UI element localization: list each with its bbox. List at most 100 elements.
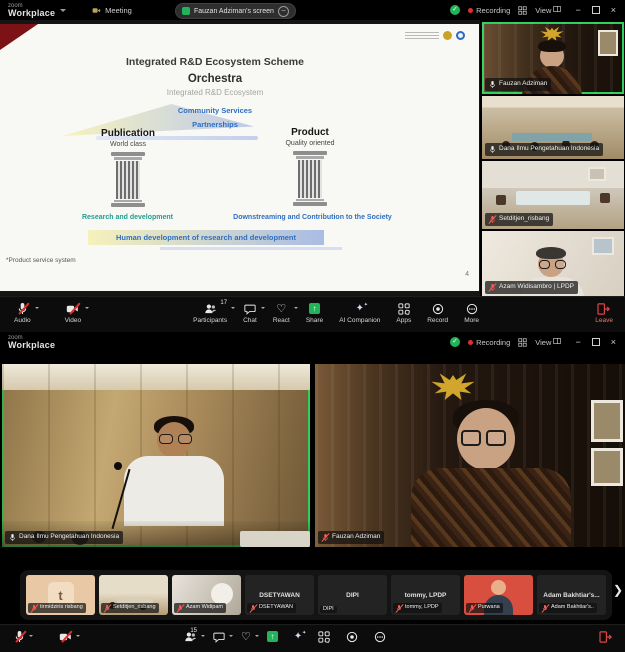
tab-meeting[interactable]: Meeting bbox=[92, 6, 132, 15]
microphone-icon bbox=[114, 462, 122, 470]
chevron-down-icon[interactable] bbox=[35, 307, 39, 311]
gallery-grid-icon[interactable] bbox=[518, 6, 527, 15]
zoom-window-screenshare: zoom Workplace Meeting Fauzan Adziman's … bbox=[0, 0, 625, 332]
react-button[interactable]: ♡ React bbox=[265, 297, 298, 324]
app-logo: zoom Workplace bbox=[0, 335, 55, 350]
share-banner-label: Fauzan Adziman's screen bbox=[194, 8, 274, 15]
react-button[interactable]: ♡ bbox=[233, 625, 259, 643]
video-button[interactable]: Video bbox=[57, 297, 90, 324]
titlebar: zoom Workplace ✓ Recording View − × bbox=[0, 332, 625, 352]
shared-screen-area: Integrated R&D Ecosystem Scheme Orchestr… bbox=[0, 20, 480, 296]
recording-indicator: Recording bbox=[468, 338, 510, 347]
chevron-down-icon[interactable] bbox=[85, 307, 89, 311]
share-button[interactable]: ↑ Share bbox=[298, 297, 331, 324]
video-tile-dipi-speaker[interactable]: Dana Ilmu Pengetahuan Indonesia bbox=[2, 364, 310, 547]
name-label: Dana Ilmu Pengetahuan Indonesia bbox=[5, 531, 123, 544]
mic-muted-icon bbox=[396, 604, 402, 612]
mic-muted-icon bbox=[489, 215, 496, 224]
mic-muted-icon bbox=[542, 604, 548, 612]
titlebar: zoom Workplace Meeting Fauzan Adziman's … bbox=[0, 0, 625, 20]
mic-icon bbox=[489, 80, 496, 89]
filmstrip-tile-tirmidziris[interactable]: t tirmidziris risbang bbox=[26, 575, 95, 615]
participants-button[interactable]: 17 Participants bbox=[185, 297, 235, 324]
chevron-down-icon[interactable] bbox=[29, 635, 33, 639]
minimize-button[interactable]: − bbox=[575, 337, 580, 347]
minimize-button[interactable]: − bbox=[575, 5, 580, 15]
share-button[interactable]: ↑ bbox=[259, 625, 286, 643]
filmstrip-tile-adam[interactable]: Adam Bakhtiar's... Adam Bakhtiar's.. bbox=[537, 575, 606, 615]
close-button[interactable]: × bbox=[611, 5, 616, 15]
gallery-grid-icon[interactable] bbox=[518, 338, 527, 347]
filmstrip-tile-dipi[interactable]: DIPI DIPI bbox=[318, 575, 387, 615]
app-logo-name: Workplace bbox=[8, 341, 55, 350]
chat-button[interactable]: Chat bbox=[235, 297, 265, 324]
name-label: Fauzan Adziman bbox=[318, 531, 384, 544]
right-pillar-subtitle: Quality oriented bbox=[250, 140, 370, 147]
participants-icon bbox=[204, 302, 217, 315]
presentation-slide: Integrated R&D Ecosystem Scheme Orchestr… bbox=[0, 24, 479, 291]
view-button[interactable]: View bbox=[535, 5, 561, 15]
name-label: Fauzan Adziman bbox=[485, 78, 551, 91]
mic-muted-icon bbox=[17, 302, 28, 315]
university-logo-icon bbox=[456, 31, 465, 40]
left-pillar-title: Publication bbox=[68, 128, 188, 139]
heart-icon: ♡ bbox=[276, 302, 286, 315]
ai-companion-button[interactable]: ✦ bbox=[286, 625, 310, 643]
mic-icon bbox=[9, 533, 16, 542]
participants-count: 15 bbox=[190, 628, 197, 634]
camera-muted-icon bbox=[66, 302, 79, 315]
next-page-arrow[interactable]: ❯ bbox=[613, 584, 623, 596]
video-tile-fauzan-speaker[interactable]: Fauzan Adziman bbox=[315, 364, 625, 547]
video-tile-azam[interactable]: Azam Widisambro | LPDP bbox=[482, 231, 624, 297]
leave-button[interactable]: Leave bbox=[587, 297, 621, 324]
stop-share-icon[interactable]: − bbox=[278, 6, 289, 17]
mic-muted-icon bbox=[469, 604, 475, 612]
filmstrip-tile-purwana[interactable]: Purwana bbox=[464, 575, 533, 615]
person-torso bbox=[411, 468, 571, 547]
security-shield-icon[interactable]: ✓ bbox=[450, 5, 460, 15]
mic-muted-icon bbox=[31, 604, 37, 612]
participants-button[interactable]: 15 bbox=[176, 625, 205, 643]
left-pillar-caption: Research and development bbox=[40, 214, 215, 221]
chat-icon bbox=[244, 302, 256, 315]
more-button[interactable] bbox=[366, 625, 394, 643]
name-label: Azam Widisambro | LPDP bbox=[485, 281, 578, 294]
filmstrip-tile-dsetyawan[interactable]: DSETYAWAN DSETYAWAN bbox=[245, 575, 314, 615]
video-button[interactable] bbox=[51, 625, 80, 643]
recording-dot-icon bbox=[468, 340, 473, 345]
chevron-down-icon[interactable] bbox=[76, 635, 80, 639]
person-torso bbox=[124, 456, 224, 526]
filmstrip-tile-tommy[interactable]: tommy, LPDP tommy, LPDP bbox=[391, 575, 460, 615]
chevron-down-icon[interactable] bbox=[60, 9, 66, 15]
slide-heading: Orchestra bbox=[55, 73, 375, 85]
leave-button[interactable] bbox=[591, 625, 621, 643]
record-button[interactable]: Record bbox=[419, 297, 456, 324]
filmstrip-tile-azam[interactable]: Azam Widipam bbox=[172, 575, 241, 615]
slide-community-services: Community Services bbox=[120, 106, 310, 115]
audio-button[interactable]: Audio bbox=[6, 297, 39, 324]
app-logo: zoom Workplace bbox=[0, 3, 55, 18]
apps-button[interactable] bbox=[310, 625, 338, 643]
filmstrip-tile-setditjen[interactable]: Setditjen_risbang bbox=[99, 575, 168, 615]
screen-share-banner[interactable]: Fauzan Adziman's screen − bbox=[175, 3, 296, 19]
close-button[interactable]: × bbox=[611, 337, 616, 347]
mic-muted-icon bbox=[322, 533, 329, 542]
slide-page-number: 4 bbox=[465, 271, 469, 278]
apps-button[interactable]: Apps bbox=[388, 297, 419, 324]
maximize-button[interactable] bbox=[592, 6, 600, 14]
record-button[interactable] bbox=[338, 625, 366, 643]
video-tile-setditjen[interactable]: Setditjen_risbang bbox=[482, 161, 624, 229]
ministry-logos bbox=[405, 30, 465, 41]
ai-companion-button[interactable]: ✦ AI Companion bbox=[331, 297, 388, 324]
record-icon bbox=[346, 630, 358, 643]
chat-button[interactable] bbox=[205, 625, 233, 643]
video-tile-fauzan[interactable]: Fauzan Adziman bbox=[482, 22, 624, 94]
wall-picture bbox=[598, 30, 618, 56]
maximize-button[interactable] bbox=[592, 338, 600, 346]
more-button[interactable]: More bbox=[456, 297, 487, 324]
audio-button[interactable] bbox=[6, 625, 33, 643]
more-icon bbox=[466, 302, 478, 315]
view-button[interactable]: View bbox=[535, 337, 561, 347]
security-shield-icon[interactable]: ✓ bbox=[450, 337, 460, 347]
video-tile-dipi-room[interactable]: Dana Ilmu Pengetahuan Indonesia bbox=[482, 96, 624, 159]
